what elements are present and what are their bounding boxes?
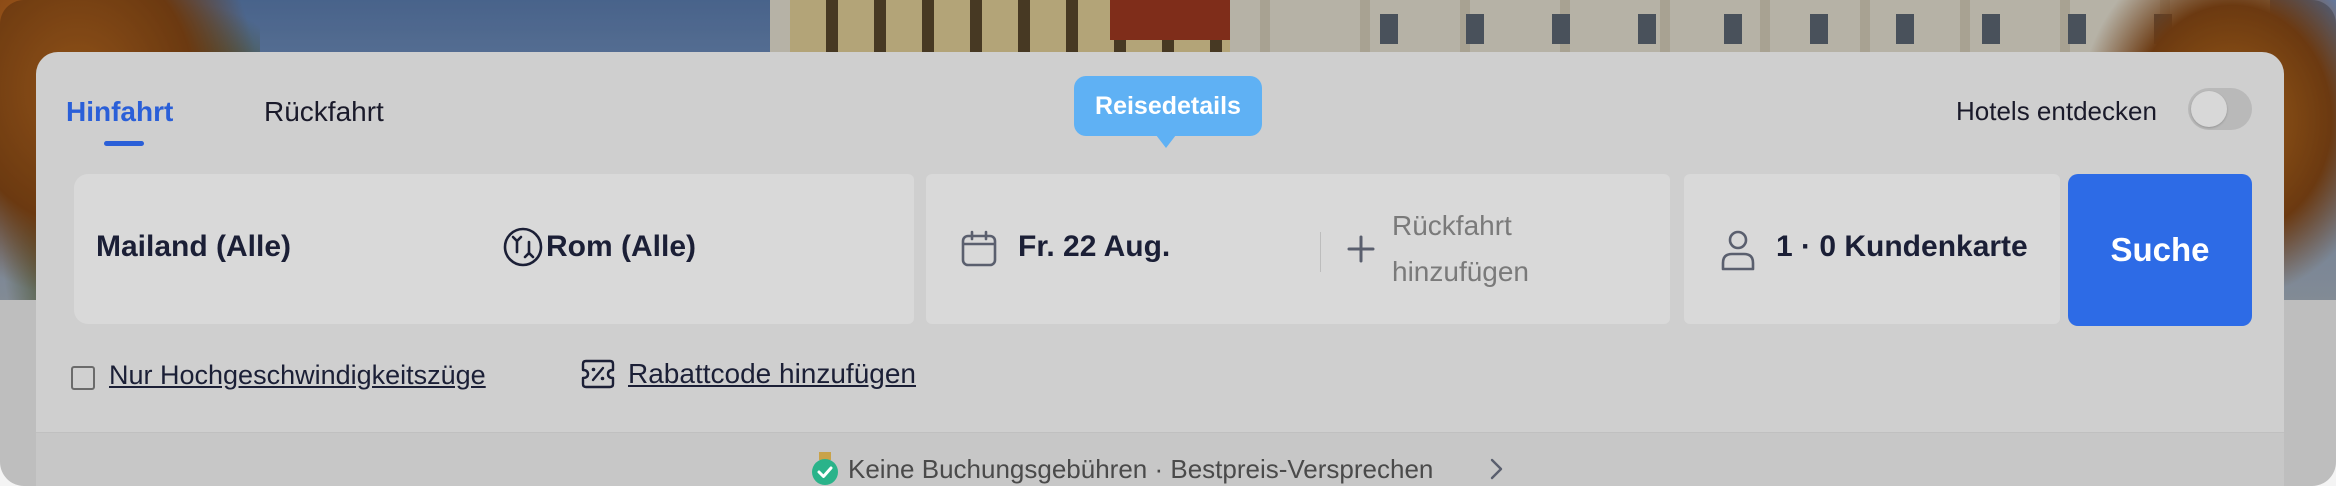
tooltip-arrow	[1156, 135, 1176, 148]
destination-station[interactable]: Rom (Alle)	[546, 230, 696, 264]
highspeed-checkbox[interactable]	[71, 366, 95, 390]
date-divider	[1320, 232, 1321, 272]
passengers-field[interactable]: 1 · 0 Kundenkarte	[1684, 174, 2060, 324]
discount-code-link[interactable]: Rabattcode hinzufügen	[628, 358, 916, 390]
hotels-toggle-label: Hotels entdecken	[1956, 96, 2157, 126]
active-tab-indicator	[104, 141, 144, 146]
search-panel: Hinfahrt Rückfahrt Reisedetails Hotels e…	[36, 52, 2284, 486]
add-return-label-line2[interactable]: hinzufügen	[1392, 256, 1529, 288]
plus-icon[interactable]	[1346, 234, 1376, 264]
passengers-label[interactable]: 1 · 0 Kundenkarte	[1776, 230, 2036, 264]
tab-return[interactable]: Rückfahrt	[264, 96, 384, 128]
user-icon	[1721, 230, 1755, 271]
badge-icon	[812, 452, 838, 485]
search-button[interactable]: Suche	[2068, 174, 2252, 326]
route-field[interactable]: Mailand (Alle) Rom (Alle)	[74, 174, 914, 324]
tab-outbound[interactable]: Hinfahrt	[66, 96, 173, 128]
highspeed-label[interactable]: Nur Hochgeschwindigkeitszüge	[109, 360, 486, 391]
hotels-toggle[interactable]	[2188, 88, 2252, 130]
toggle-knob	[2191, 91, 2227, 127]
chevron-right-icon[interactable]	[1484, 456, 1508, 482]
voucher-icon	[581, 359, 615, 389]
add-return-label-line1[interactable]: Rückfahrt	[1392, 210, 1512, 242]
travel-details-tooltip: Reisedetails	[1074, 76, 1262, 136]
calendar-icon	[961, 230, 997, 267]
swap-icon[interactable]	[502, 226, 544, 268]
origin-station[interactable]: Mailand (Alle)	[96, 230, 291, 264]
outbound-date[interactable]: Fr. 22 Aug.	[1018, 230, 1170, 264]
dates-field[interactable]: Fr. 22 Aug. Rückfahrt hinzufügen	[926, 174, 1670, 324]
promo-text[interactable]: Keine Buchungsgebühren · Bestpreis-Versp…	[848, 454, 1433, 485]
